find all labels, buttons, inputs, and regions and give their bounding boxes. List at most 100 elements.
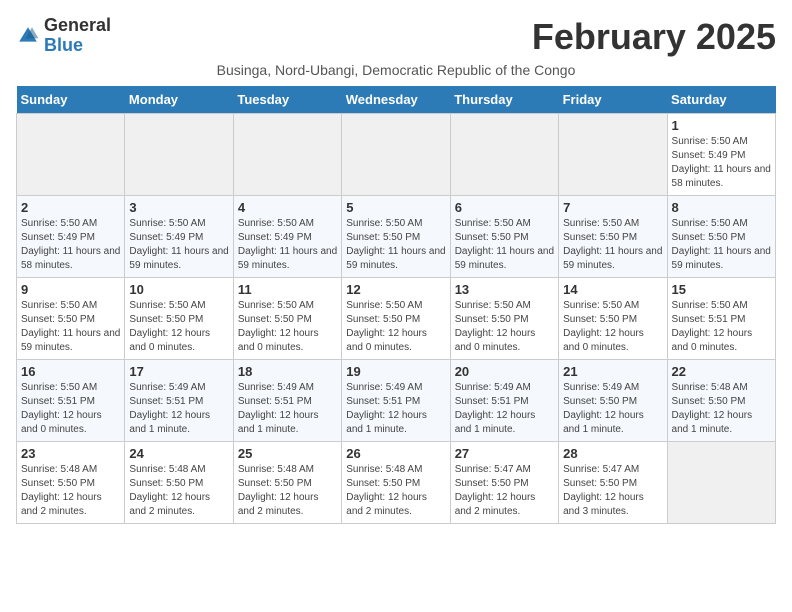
- day-info: Sunrise: 5:50 AM Sunset: 5:50 PM Dayligh…: [455, 217, 554, 273]
- day-number: 15: [672, 282, 771, 297]
- day-cell: [559, 114, 667, 196]
- day-cell: 8Sunrise: 5:50 AM Sunset: 5:50 PM Daylig…: [667, 196, 775, 278]
- day-cell: 23 Sunrise: 5:48 AM Sunset: 5:50 PM Dayli…: [17, 442, 125, 524]
- day-cell: 6 Sunrise: 5:50 AM Sunset: 5:50 PM Daylig…: [450, 196, 558, 278]
- day-number: 3: [129, 200, 228, 215]
- day-cell: 22 Sunrise: 5:48 AM Sunset: 5:50 PM Dayli…: [667, 360, 775, 442]
- day-info: Sunrise: 5:48 AM Sunset: 5:50 PM Dayligh…: [129, 463, 228, 519]
- day-cell: 7Sunrise: 5:50 AM Sunset: 5:50 PM Daylig…: [559, 196, 667, 278]
- header-day-thursday: Thursday: [450, 86, 558, 114]
- day-cell: 4Sunrise: 5:50 AM Sunset: 5:49 PM Daylig…: [233, 196, 341, 278]
- logo-general-text: General: [44, 16, 111, 36]
- title-section: February 2025: [532, 16, 776, 58]
- day-cell: 15 Sunrise: 5:50 AM Sunset: 5:51 PM Dayli…: [667, 278, 775, 360]
- day-cell: [17, 114, 125, 196]
- day-info: Sunrise: 5:50 AM Sunset: 5:49 PM Dayligh…: [238, 217, 337, 273]
- day-cell: 2Sunrise: 5:50 AM Sunset: 5:49 PM Daylig…: [17, 196, 125, 278]
- subtitle: Businga, Nord-Ubangi, Democratic Republi…: [16, 62, 776, 78]
- day-number: 16: [21, 364, 120, 379]
- day-cell: [125, 114, 233, 196]
- day-info: Sunrise: 5:49 AM Sunset: 5:51 PM Dayligh…: [346, 381, 445, 437]
- week-row-3: 16 Sunrise: 5:50 AM Sunset: 5:51 PM Dayli…: [17, 360, 776, 442]
- day-number: 13: [455, 282, 554, 297]
- day-info: Sunrise: 5:47 AM Sunset: 5:50 PM Dayligh…: [563, 463, 662, 519]
- day-cell: 1 Sunrise: 5:50 AM Sunset: 5:49 PM Daylig…: [667, 114, 775, 196]
- day-info: Sunrise: 5:48 AM Sunset: 5:50 PM Dayligh…: [238, 463, 337, 519]
- day-number: 24: [129, 446, 228, 461]
- month-title: February 2025: [532, 16, 776, 58]
- day-number: 22: [672, 364, 771, 379]
- day-info: Sunrise: 5:50 AM Sunset: 5:49 PM Dayligh…: [129, 217, 228, 273]
- day-cell: 26 Sunrise: 5:48 AM Sunset: 5:50 PM Dayli…: [342, 442, 450, 524]
- header: General Blue February 2025: [16, 16, 776, 58]
- day-info: Sunrise: 5:48 AM Sunset: 5:50 PM Dayligh…: [672, 381, 771, 437]
- day-number: 27: [455, 446, 554, 461]
- day-cell: 9 Sunrise: 5:50 AM Sunset: 5:50 PM Daylig…: [17, 278, 125, 360]
- day-info: Sunrise: 5:50 AM Sunset: 5:50 PM Dayligh…: [563, 217, 662, 273]
- day-cell: 21 Sunrise: 5:49 AM Sunset: 5:50 PM Dayli…: [559, 360, 667, 442]
- day-number: 9: [21, 282, 120, 297]
- day-info: Sunrise: 5:49 AM Sunset: 5:51 PM Dayligh…: [129, 381, 228, 437]
- calendar-body: 1 Sunrise: 5:50 AM Sunset: 5:49 PM Daylig…: [17, 114, 776, 524]
- day-number: 19: [346, 364, 445, 379]
- day-info: Sunrise: 5:49 AM Sunset: 5:50 PM Dayligh…: [563, 381, 662, 437]
- day-number: 6: [455, 200, 554, 215]
- header-day-saturday: Saturday: [667, 86, 775, 114]
- day-number: 1: [672, 118, 771, 133]
- header-day-sunday: Sunday: [17, 86, 125, 114]
- header-day-monday: Monday: [125, 86, 233, 114]
- day-cell: 16 Sunrise: 5:50 AM Sunset: 5:51 PM Dayli…: [17, 360, 125, 442]
- logo-icon: [16, 24, 40, 48]
- day-info: Sunrise: 5:50 AM Sunset: 5:49 PM Dayligh…: [672, 135, 771, 191]
- day-cell: [233, 114, 341, 196]
- day-cell: [342, 114, 450, 196]
- day-cell: 3 Sunrise: 5:50 AM Sunset: 5:49 PM Daylig…: [125, 196, 233, 278]
- day-cell: 14 Sunrise: 5:50 AM Sunset: 5:50 PM Dayli…: [559, 278, 667, 360]
- day-number: 5: [346, 200, 445, 215]
- day-number: 25: [238, 446, 337, 461]
- day-number: 11: [238, 282, 337, 297]
- day-cell: 28 Sunrise: 5:47 AM Sunset: 5:50 PM Dayli…: [559, 442, 667, 524]
- week-row-4: 23 Sunrise: 5:48 AM Sunset: 5:50 PM Dayli…: [17, 442, 776, 524]
- day-number: 26: [346, 446, 445, 461]
- logo-text: General Blue: [44, 16, 111, 56]
- day-cell: 12Sunrise: 5:50 AM Sunset: 5:50 PM Dayli…: [342, 278, 450, 360]
- day-number: 21: [563, 364, 662, 379]
- day-info: Sunrise: 5:48 AM Sunset: 5:50 PM Dayligh…: [346, 463, 445, 519]
- day-cell: 10Sunrise: 5:50 AM Sunset: 5:50 PM Dayli…: [125, 278, 233, 360]
- day-cell: 13 Sunrise: 5:50 AM Sunset: 5:50 PM Dayli…: [450, 278, 558, 360]
- day-number: 23: [21, 446, 120, 461]
- day-info: Sunrise: 5:50 AM Sunset: 5:51 PM Dayligh…: [21, 381, 120, 437]
- day-cell: 27 Sunrise: 5:47 AM Sunset: 5:50 PM Dayli…: [450, 442, 558, 524]
- day-cell: 25 Sunrise: 5:48 AM Sunset: 5:50 PM Dayli…: [233, 442, 341, 524]
- week-row-0: 1 Sunrise: 5:50 AM Sunset: 5:49 PM Daylig…: [17, 114, 776, 196]
- week-row-1: 2 Sunrise: 5:50 AM Sunset: 5:49 PM Daylig…: [17, 196, 776, 278]
- day-info: Sunrise: 5:47 AM Sunset: 5:50 PM Dayligh…: [455, 463, 554, 519]
- day-info: Sunrise: 5:50 AM Sunset: 5:50 PM Dayligh…: [346, 217, 445, 273]
- day-number: 14: [563, 282, 662, 297]
- day-info: Sunrise: 5:50 AM Sunset: 5:50 PM Dayligh…: [455, 299, 554, 355]
- week-row-2: 9 Sunrise: 5:50 AM Sunset: 5:50 PM Daylig…: [17, 278, 776, 360]
- header-row: SundayMondayTuesdayWednesdayThursdayFrid…: [17, 86, 776, 114]
- day-cell: 20Sunrise: 5:49 AM Sunset: 5:51 PM Dayli…: [450, 360, 558, 442]
- day-number: 2: [21, 200, 120, 215]
- calendar-table: SundayMondayTuesdayWednesdayThursdayFrid…: [16, 86, 776, 524]
- day-info: Sunrise: 5:50 AM Sunset: 5:50 PM Dayligh…: [238, 299, 337, 355]
- day-info: Sunrise: 5:49 AM Sunset: 5:51 PM Dayligh…: [455, 381, 554, 437]
- day-info: Sunrise: 5:48 AM Sunset: 5:50 PM Dayligh…: [21, 463, 120, 519]
- day-number: 10: [129, 282, 228, 297]
- day-info: Sunrise: 5:50 AM Sunset: 5:50 PM Dayligh…: [563, 299, 662, 355]
- day-cell: [450, 114, 558, 196]
- logo-blue-text: Blue: [44, 36, 111, 56]
- day-number: 18: [238, 364, 337, 379]
- day-cell: 5 Sunrise: 5:50 AM Sunset: 5:50 PM Daylig…: [342, 196, 450, 278]
- day-number: 12: [346, 282, 445, 297]
- day-info: Sunrise: 5:50 AM Sunset: 5:50 PM Dayligh…: [21, 299, 120, 355]
- day-cell: 19 Sunrise: 5:49 AM Sunset: 5:51 PM Dayli…: [342, 360, 450, 442]
- header-day-tuesday: Tuesday: [233, 86, 341, 114]
- day-number: 28: [563, 446, 662, 461]
- logo: General Blue: [16, 16, 111, 56]
- day-info: Sunrise: 5:50 AM Sunset: 5:50 PM Dayligh…: [672, 217, 771, 273]
- day-info: Sunrise: 5:50 AM Sunset: 5:51 PM Dayligh…: [672, 299, 771, 355]
- day-cell: [667, 442, 775, 524]
